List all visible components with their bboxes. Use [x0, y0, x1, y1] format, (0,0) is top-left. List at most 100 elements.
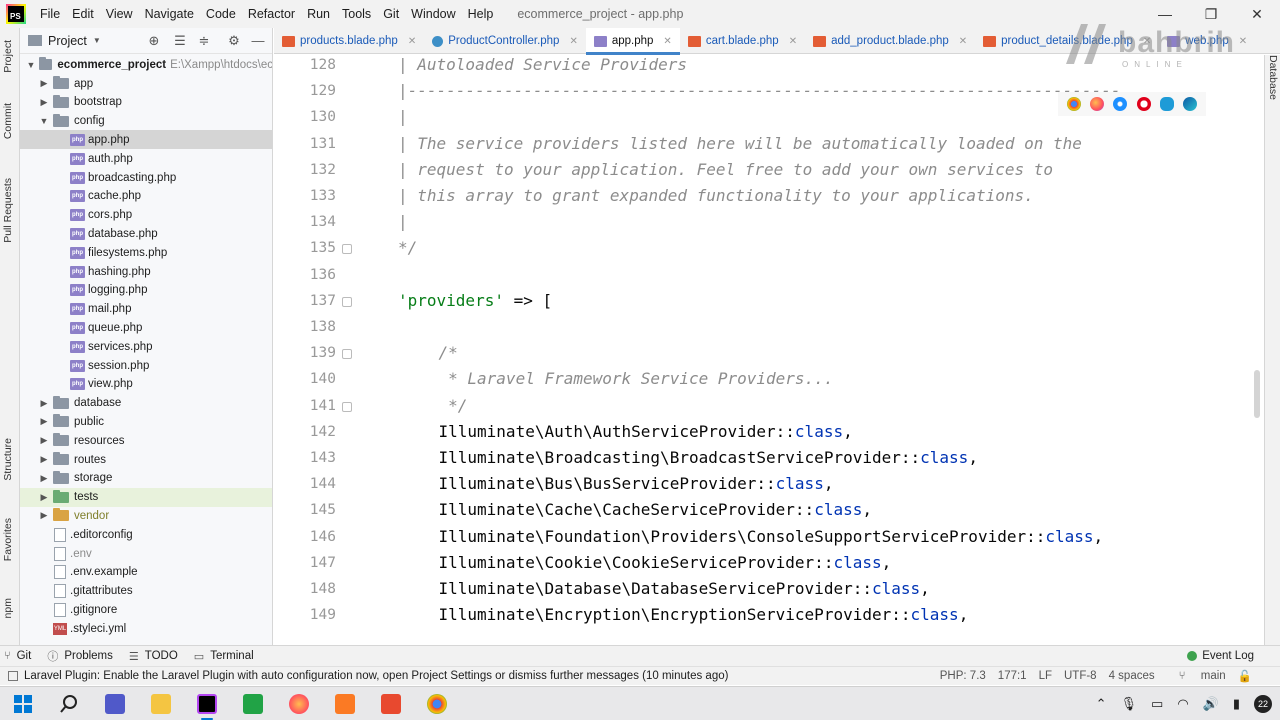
chevron-right-icon[interactable]: ▶ [38, 78, 50, 89]
tree-item[interactable]: php queue.php [20, 318, 272, 337]
tool-tab-structure[interactable]: Structure [2, 438, 14, 481]
tree-item[interactable]: ▶ tests [20, 487, 272, 507]
tool-problems[interactable]: ⓘ Problems [47, 648, 113, 664]
lock-icon[interactable]: 🔓 [1238, 669, 1252, 683]
tree-item[interactable]: .editorconfig [20, 525, 272, 544]
tree-item[interactable]: php view.php [20, 375, 272, 394]
chevron-down-icon[interactable]: ▼ [38, 116, 50, 126]
tree-item[interactable]: php app.php [20, 130, 272, 150]
tool-todo[interactable]: ☰ TODO [129, 650, 178, 663]
indent-setting[interactable]: 4 spaces [1109, 670, 1155, 682]
status-message[interactable]: Laravel Plugin: Enable the Laravel Plugi… [8, 670, 728, 682]
close-tab-icon[interactable]: ✕ [408, 36, 416, 47]
tree-item[interactable]: ▼ config [20, 112, 272, 131]
volume-icon[interactable]: 🔊 [1203, 696, 1219, 712]
tree-item[interactable]: .gitattributes [20, 582, 272, 601]
locate-file-icon[interactable]: ⊕ [146, 33, 162, 49]
editor-scrollbar-thumb[interactable] [1254, 370, 1260, 418]
wifi-icon[interactable]: ◠ [1177, 696, 1188, 712]
chevron-right-icon[interactable]: ▶ [38, 510, 50, 521]
tree-item[interactable]: php auth.php [20, 149, 272, 168]
close-tab-icon[interactable]: ✕ [663, 36, 671, 47]
display-icon[interactable]: ▭ [1151, 696, 1163, 712]
chevron-right-icon[interactable]: ▶ [38, 97, 50, 108]
notification-badge[interactable]: 22 [1254, 694, 1272, 713]
tree-item[interactable]: php cors.php [20, 206, 272, 225]
menu-tools[interactable]: Tools [336, 7, 377, 21]
android-studio-icon[interactable] [230, 687, 276, 721]
tree-item[interactable]: php session.php [20, 356, 272, 375]
tool-tab-database[interactable]: Database [1267, 55, 1279, 100]
editor-tab[interactable]: add_product.blade.php ✕ [805, 28, 975, 54]
editor-tab[interactable]: app.php ✕ [585, 28, 680, 55]
menu-navigate[interactable]: Navigate [139, 7, 200, 21]
tree-item[interactable]: php cache.php [20, 187, 272, 206]
search-icon[interactable] [46, 687, 92, 721]
tree-item[interactable]: php hashing.php [20, 262, 272, 281]
tree-item[interactable]: php services.php [20, 337, 272, 356]
menu-run[interactable]: Run [301, 7, 336, 21]
menu-view[interactable]: View [100, 7, 139, 21]
fold-marker-icon[interactable] [342, 244, 352, 255]
tree-item[interactable]: .env.example [20, 563, 272, 582]
tree-item[interactable]: .gitignore [20, 600, 272, 619]
editor-tab[interactable]: products.blade.php ✕ [274, 28, 424, 54]
caret-position[interactable]: 177:1 [998, 670, 1027, 682]
edge-icon[interactable] [1183, 97, 1198, 111]
menu-code[interactable]: Code [200, 7, 242, 21]
event-log-button[interactable]: Event Log [1187, 650, 1254, 662]
chevron-right-icon[interactable]: ▶ [38, 454, 50, 465]
tool-tab-project[interactable]: Project [2, 40, 14, 73]
windows-start-icon[interactable] [0, 687, 46, 721]
menu-window[interactable]: Window [405, 7, 461, 21]
tree-item[interactable]: php mail.php [20, 300, 272, 319]
hide-panel-icon[interactable]: — [250, 33, 266, 49]
tool-tab-pull-requests[interactable]: Pull Requests [2, 178, 14, 243]
chrome-taskbar-icon[interactable] [414, 687, 460, 721]
chevron-down-icon[interactable]: ▼ [93, 36, 101, 45]
phpstorm-taskbar-icon[interactable] [184, 687, 230, 721]
chevron-up-icon[interactable]: ⌃ [1096, 696, 1107, 712]
tree-item[interactable]: .env [20, 544, 272, 563]
close-tab-icon[interactable]: ✕ [959, 36, 967, 47]
chevron-down-icon[interactable]: ▼ [26, 60, 36, 70]
line-separator[interactable]: LF [1039, 670, 1052, 682]
chevron-right-icon[interactable]: ▶ [38, 473, 50, 484]
editor-tab[interactable]: cart.blade.php ✕ [680, 28, 805, 54]
opera-icon[interactable] [1136, 97, 1151, 111]
file-explorer-icon[interactable] [138, 687, 184, 721]
chevron-right-icon[interactable]: ▶ [38, 416, 50, 427]
close-tab-icon[interactable]: ✕ [569, 36, 577, 47]
menu-git[interactable]: Git [377, 7, 405, 21]
chrome-icon[interactable] [1066, 97, 1081, 111]
chevron-right-icon[interactable]: ▶ [38, 398, 50, 409]
tool-tab-npm[interactable]: npm [2, 598, 14, 618]
git-branch[interactable]: ⑂ main [1167, 670, 1226, 682]
tree-item[interactable]: php logging.php [20, 281, 272, 300]
battery-icon[interactable]: ▮ [1233, 696, 1240, 712]
menu-refactor[interactable]: Refactor [242, 7, 301, 21]
gear-icon[interactable]: ⚙ [226, 33, 242, 49]
tree-root[interactable]: ▼ ecommerce_project E:\Xampp\htdocs\ec [20, 55, 272, 74]
teams-icon[interactable] [92, 687, 138, 721]
menu-file[interactable]: File [34, 7, 66, 21]
tree-item[interactable]: ▶ resources [20, 431, 272, 450]
collapse-all-icon[interactable]: ≑ [196, 33, 212, 49]
fold-marker-icon[interactable] [342, 296, 352, 307]
microphone-icon[interactable]: 🎙 [1121, 696, 1138, 712]
safari-icon[interactable] [1113, 97, 1128, 111]
tree-item[interactable]: php broadcasting.php [20, 168, 272, 187]
fold-marker-icon[interactable] [342, 349, 352, 360]
tool-git[interactable]: ⑂ Git [4, 650, 31, 662]
fold-marker-icon[interactable] [342, 401, 352, 412]
project-view-title[interactable]: Project [48, 34, 87, 48]
tree-item[interactable]: ▶ storage [20, 469, 272, 488]
ie-icon[interactable] [1159, 97, 1174, 111]
tool-terminal[interactable]: ▭ Terminal [194, 650, 254, 663]
xampp-icon[interactable] [322, 687, 368, 721]
firefox-taskbar-icon[interactable] [276, 687, 322, 721]
tree-item[interactable]: php filesystems.php [20, 243, 272, 262]
chevron-right-icon[interactable]: ▶ [38, 492, 50, 503]
tree-item[interactable]: ▶ app [20, 74, 272, 93]
php-version[interactable]: PHP: 7.3 [940, 670, 986, 682]
